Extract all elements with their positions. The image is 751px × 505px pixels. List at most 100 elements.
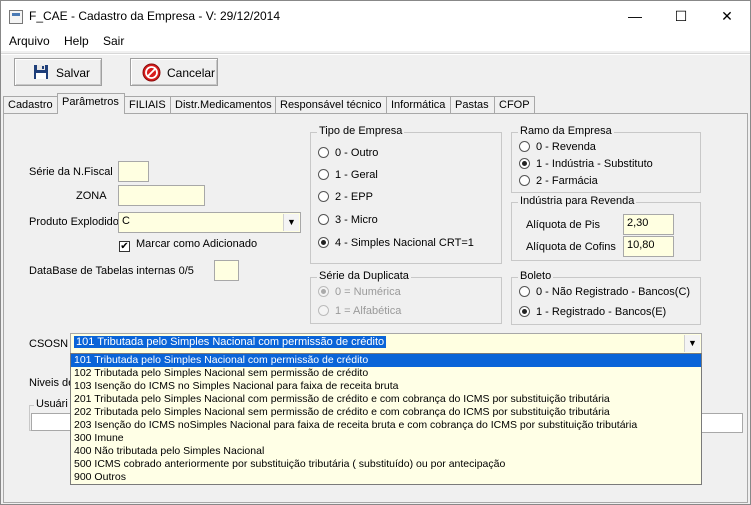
menu-bar: Arquivo Help Sair xyxy=(1,31,750,51)
tipo-empresa-radio-3[interactable]: 3 - Micro xyxy=(318,214,378,226)
produto-explodido-label: Produto Explodido xyxy=(29,216,119,228)
serie-duplicata-option-label: 0 = Numérica xyxy=(335,286,401,298)
tab-distr-medicamentos[interactable]: Distr.Medicamentos xyxy=(170,96,276,113)
minimize-button[interactable]: — xyxy=(612,1,658,31)
maximize-button[interactable]: ☐ xyxy=(658,1,704,31)
boleto-option-label: 0 - Não Registrado - Bancos(C) xyxy=(536,286,691,298)
database-label: DataBase de Tabelas internas 0/5 xyxy=(29,265,194,277)
marcar-adicionado-checkbox[interactable]: ✔ Marcar como Adicionado xyxy=(119,238,257,252)
csosn-option[interactable]: 203 Isenção do ICMS noSimples Nacional p… xyxy=(71,419,701,432)
right-input[interactable] xyxy=(701,413,743,433)
boleto-option-label: 1 - Registrado - Bancos(E) xyxy=(536,306,667,318)
save-button[interactable]: Salvar xyxy=(14,58,102,86)
chevron-down-icon[interactable]: ▼ xyxy=(283,214,299,231)
chevron-down-icon[interactable]: ▼ xyxy=(684,335,700,352)
csosn-value: 101 Tributada pelo Simples Nacional com … xyxy=(74,336,387,348)
tab-responsavel-tecnico[interactable]: Responsável técnico xyxy=(275,96,387,113)
database-input[interactable] xyxy=(214,260,239,281)
tipo-empresa-option-label: 2 - EPP xyxy=(335,191,373,203)
cancel-button[interactable]: Cancelar xyxy=(130,58,218,86)
tipo-empresa-option-label: 3 - Micro xyxy=(335,214,378,226)
marcar-adicionado-label: Marcar como Adicionado xyxy=(136,238,258,250)
tipo-empresa-radio-4[interactable]: 4 - Simples Nacional CRT=1 xyxy=(318,237,474,249)
produto-explodido-value: C xyxy=(122,215,130,227)
csosn-select[interactable]: 101 Tributada pelo Simples Nacional com … xyxy=(70,333,702,354)
csosn-option[interactable]: 500 ICMS cobrado anteriormente por subst… xyxy=(71,458,701,471)
tipo-empresa-radio-2[interactable]: 2 - EPP xyxy=(318,191,373,203)
radio-icon xyxy=(318,305,329,316)
tipo-empresa-radio-0[interactable]: 0 - Outro xyxy=(318,147,378,159)
tab-filiais[interactable]: FILIAIS xyxy=(124,96,171,113)
tab-informatica[interactable]: Informática xyxy=(386,96,451,113)
csosn-option[interactable]: 202 Tributada pelo Simples Nacional sem … xyxy=(71,406,701,419)
menu-help[interactable]: Help xyxy=(64,34,89,48)
menu-arquivo[interactable]: Arquivo xyxy=(9,34,50,48)
industria-revenda-title: Indústria para Revenda xyxy=(518,195,637,207)
tab-cadastro[interactable]: Cadastro xyxy=(3,96,58,113)
cofins-label: Alíquota de Cofins xyxy=(526,241,616,253)
floppy-icon xyxy=(34,65,48,79)
serie-duplicata-radio-0[interactable]: 0 = Numérica xyxy=(318,286,401,298)
radio-selected-icon xyxy=(318,286,329,297)
serie-duplicata-title: Série da Duplicata xyxy=(317,270,411,282)
toolbar-separator xyxy=(1,53,750,55)
csosn-option[interactable]: 900 Outros xyxy=(71,471,701,484)
menu-sair[interactable]: Sair xyxy=(103,34,124,48)
radio-icon xyxy=(519,141,530,152)
tab-cfop[interactable]: CFOP xyxy=(494,96,535,113)
serie-nfiscal-input[interactable] xyxy=(118,161,149,182)
radio-selected-icon xyxy=(519,158,530,169)
tipo-empresa-option-label: 1 - Geral xyxy=(335,169,378,181)
csosn-option[interactable]: 103 Isenção do ICMS no Simples Nacional … xyxy=(71,380,701,393)
radio-icon xyxy=(318,214,329,225)
cofins-input[interactable]: 10,80 xyxy=(623,236,674,257)
ramo-empresa-title: Ramo da Empresa xyxy=(518,125,614,137)
tipo-empresa-radio-1[interactable]: 1 - Geral xyxy=(318,169,378,181)
boleto-radio-1[interactable]: 1 - Registrado - Bancos(E) xyxy=(519,306,666,318)
radio-icon xyxy=(519,175,530,186)
app-icon xyxy=(9,10,23,24)
radio-icon xyxy=(519,286,530,297)
ramo-empresa-option-label: 1 - Indústria - Substituto xyxy=(536,158,653,170)
zona-label: ZONA xyxy=(76,190,107,202)
boleto-title: Boleto xyxy=(518,270,554,282)
radio-icon xyxy=(318,147,329,158)
cancel-icon xyxy=(142,63,161,82)
close-button[interactable]: ✕ xyxy=(704,1,750,31)
ramo-empresa-radio-1[interactable]: 1 - Indústria - Substituto xyxy=(519,158,653,170)
tipo-empresa-option-label: 4 - Simples Nacional CRT=1 xyxy=(335,237,474,249)
checkbox-check-icon: ✔ xyxy=(119,241,130,252)
csosn-option[interactable]: 300 Imune xyxy=(71,432,701,445)
tab-parametros[interactable]: Parâmetros xyxy=(57,93,125,114)
pis-label: Alíquota de Pis xyxy=(526,219,600,231)
cancel-label: Cancelar xyxy=(167,66,216,80)
zona-input[interactable] xyxy=(118,185,205,206)
serie-duplicata-radio-1[interactable]: 1 = Alfabética xyxy=(318,305,401,317)
csosn-label: CSOSN xyxy=(29,338,69,350)
tipo-empresa-option-label: 0 - Outro xyxy=(335,147,379,159)
ramo-empresa-option-label: 2 - Farmácia xyxy=(536,175,598,187)
csosn-option[interactable]: 102 Tributada pelo Simples Nacional sem … xyxy=(71,367,701,380)
radio-icon xyxy=(318,169,329,180)
csosn-option[interactable]: 201 Tributada pelo Simples Nacional com … xyxy=(71,393,701,406)
usuario-title: Usuári xyxy=(34,398,70,410)
niveis-label: Niveis de xyxy=(29,377,75,389)
ramo-empresa-option-label: 0 - Revenda xyxy=(536,141,596,153)
window-title: F_CAE - Cadastro da Empresa - V: 29/12/2… xyxy=(29,9,281,23)
csosn-dropdown-list[interactable]: 101 Tributada pelo Simples Nacional com … xyxy=(70,353,702,485)
radio-selected-icon xyxy=(318,237,329,248)
csosn-option[interactable]: 101 Tributada pelo Simples Nacional com … xyxy=(71,354,701,367)
tab-pastas[interactable]: Pastas xyxy=(450,96,495,113)
pis-input[interactable]: 2,30 xyxy=(623,214,674,235)
boleto-radio-0[interactable]: 0 - Não Registrado - Bancos(C) xyxy=(519,286,690,298)
radio-icon xyxy=(318,191,329,202)
usuario-input[interactable] xyxy=(31,413,73,431)
serie-nfiscal-label: Série da N.Fiscal xyxy=(29,166,113,178)
serie-duplicata-option-label: 1 = Alfabética xyxy=(335,305,402,317)
ramo-empresa-radio-0[interactable]: 0 - Revenda xyxy=(519,141,596,153)
ramo-empresa-radio-2[interactable]: 2 - Farmácia xyxy=(519,175,598,187)
tipo-empresa-title: Tipo de Empresa xyxy=(317,125,405,137)
csosn-option[interactable]: 400 Não tributada pelo Simples Nacional xyxy=(71,445,701,458)
produto-explodido-select[interactable]: C ▼ xyxy=(118,212,301,233)
title-bar: F_CAE - Cadastro da Empresa - V: 29/12/2… xyxy=(1,1,750,31)
